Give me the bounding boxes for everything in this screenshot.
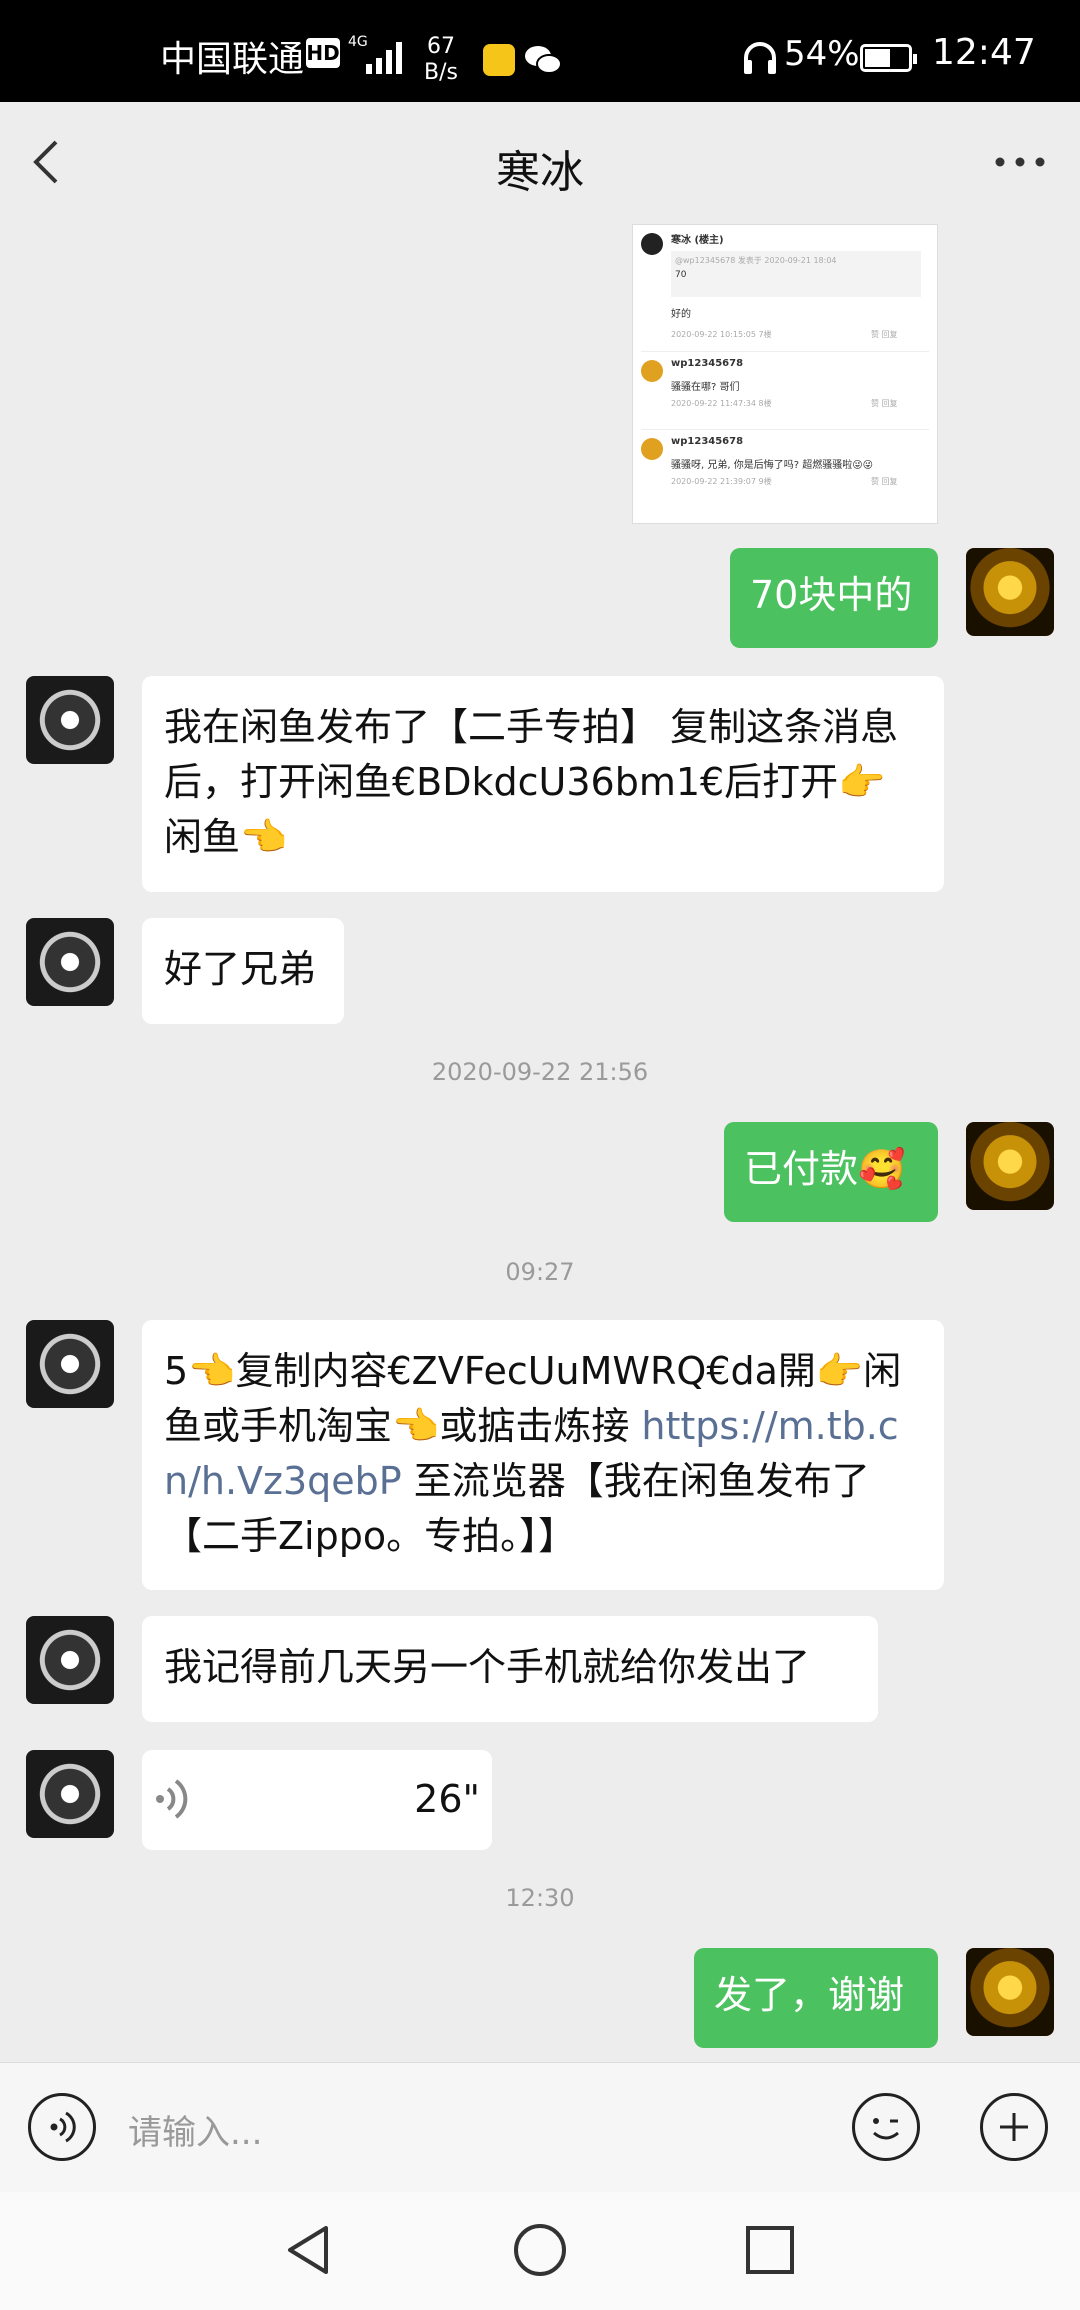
network-type: 4G	[348, 34, 368, 50]
avatar	[641, 233, 663, 255]
voice-icon[interactable]	[28, 2093, 96, 2161]
reply-label: 回复	[881, 477, 898, 486]
nav-home-icon[interactable]	[510, 2220, 570, 2280]
message-input[interactable]: 请输入...	[128, 2105, 262, 2154]
forum-screenshot-image[interactable]: 寒冰 (楼主) @wp12345678 发表于 2020-09-21 18:04…	[632, 224, 938, 524]
hd-badge: HD	[306, 38, 340, 68]
message-bubble-self[interactable]: 发了，谢谢	[694, 1948, 938, 2048]
post-meta: 2020-09-22 21:39:07 9楼	[671, 477, 772, 486]
timestamp: 12:30	[505, 1884, 575, 1912]
voice-wave-icon	[156, 1779, 188, 1819]
plus-icon[interactable]	[980, 2093, 1048, 2161]
app-notification-icon	[483, 44, 515, 76]
status-bar: 中国联通 HD 4G 67 B/s 54% 12:47	[0, 0, 1080, 102]
like-label: 赞	[871, 477, 879, 486]
battery-percent: 54%	[784, 34, 860, 74]
voice-message-bubble[interactable]: 26"	[142, 1750, 492, 1850]
post-meta: 2020-09-22 10:15:05 7楼	[671, 330, 772, 339]
avatar-self[interactable]	[966, 1948, 1054, 2036]
message-bubble-self[interactable]: 70块中的	[730, 548, 938, 648]
avatar-self[interactable]	[966, 548, 1054, 636]
message-bubble-self[interactable]: 已付款🥰	[724, 1122, 938, 1222]
avatar-contact[interactable]	[26, 1320, 114, 1408]
voice-duration: 26"	[414, 1777, 480, 1821]
post-user: 寒冰 (楼主)	[671, 235, 724, 246]
network-speed-unit: B/s	[424, 60, 458, 85]
headset-icon	[744, 42, 776, 74]
system-nav-bar	[0, 2192, 1080, 2310]
chat-header: 寒冰	[0, 102, 1080, 224]
reply-label: 回复	[881, 399, 898, 408]
timestamp: 2020-09-22 21:56	[431, 1058, 649, 1086]
post-text: 骚骚在哪? 哥们	[671, 382, 740, 393]
post-meta: 2020-09-22 11:47:34 8楼	[671, 399, 772, 408]
input-bar: 请输入...	[0, 2062, 1080, 2193]
post-text: 骚骚呀, 兄弟, 你是后悔了吗? 超燃骚骚啦😜😜	[671, 460, 874, 471]
timestamp: 09:27	[505, 1258, 575, 1286]
avatar-self[interactable]	[966, 1122, 1054, 1210]
like-label: 赞	[871, 399, 879, 408]
post-user: wp12345678	[671, 358, 744, 369]
nav-recents-icon[interactable]	[740, 2220, 800, 2280]
post-user: wp12345678	[671, 436, 744, 447]
message-bubble-other[interactable]: 我在闲鱼发布了【二手专拍】 复制这条消息后，打开闲鱼€BDkdcU36bm1€后…	[142, 676, 944, 892]
message-bubble-other[interactable]: 5👈复制内容€ZVFecUuMWRQ€da開👉闲鱼或手机淘宝👈或掂击炼接 htt…	[142, 1320, 944, 1590]
battery-icon	[860, 44, 917, 72]
reply-label: 回复	[881, 330, 898, 339]
avatar	[641, 360, 663, 382]
nav-back-icon[interactable]	[278, 2220, 338, 2280]
clock: 12:47	[932, 32, 1036, 73]
network-speed: 67 B/s	[424, 34, 458, 86]
avatar-contact[interactable]	[26, 918, 114, 1006]
avatar	[641, 438, 663, 460]
signal-icon: 4G	[348, 34, 402, 74]
screenshot-post: wp12345678 骚骚呀, 兄弟, 你是后悔了吗? 超燃骚骚啦😜😜 2020…	[641, 429, 929, 500]
wechat-icon	[525, 46, 562, 74]
avatar-contact[interactable]	[26, 676, 114, 764]
message-bubble-other[interactable]: 好了兄弟	[142, 918, 344, 1024]
post-quote-text: 70	[675, 270, 687, 280]
post-text: 好的	[671, 309, 691, 320]
chat-title: 寒冰	[496, 147, 584, 198]
avatar-contact[interactable]	[26, 1616, 114, 1704]
emoji-icon[interactable]	[852, 2093, 920, 2161]
screenshot-post: wp12345678 骚骚在哪? 哥们 2020-09-22 11:47:34 …	[641, 351, 929, 422]
network-speed-value: 67	[426, 34, 455, 59]
more-horizontal-icon[interactable]	[990, 132, 1050, 192]
message-bubble-other[interactable]: 我记得前几天另一个手机就给你发出了	[142, 1616, 878, 1722]
avatar-contact[interactable]	[26, 1750, 114, 1838]
like-label: 赞	[871, 330, 879, 339]
post-quote: @wp12345678 发表于 2020-09-21 18:04	[675, 256, 837, 265]
carrier-label: 中国联通	[160, 39, 305, 80]
